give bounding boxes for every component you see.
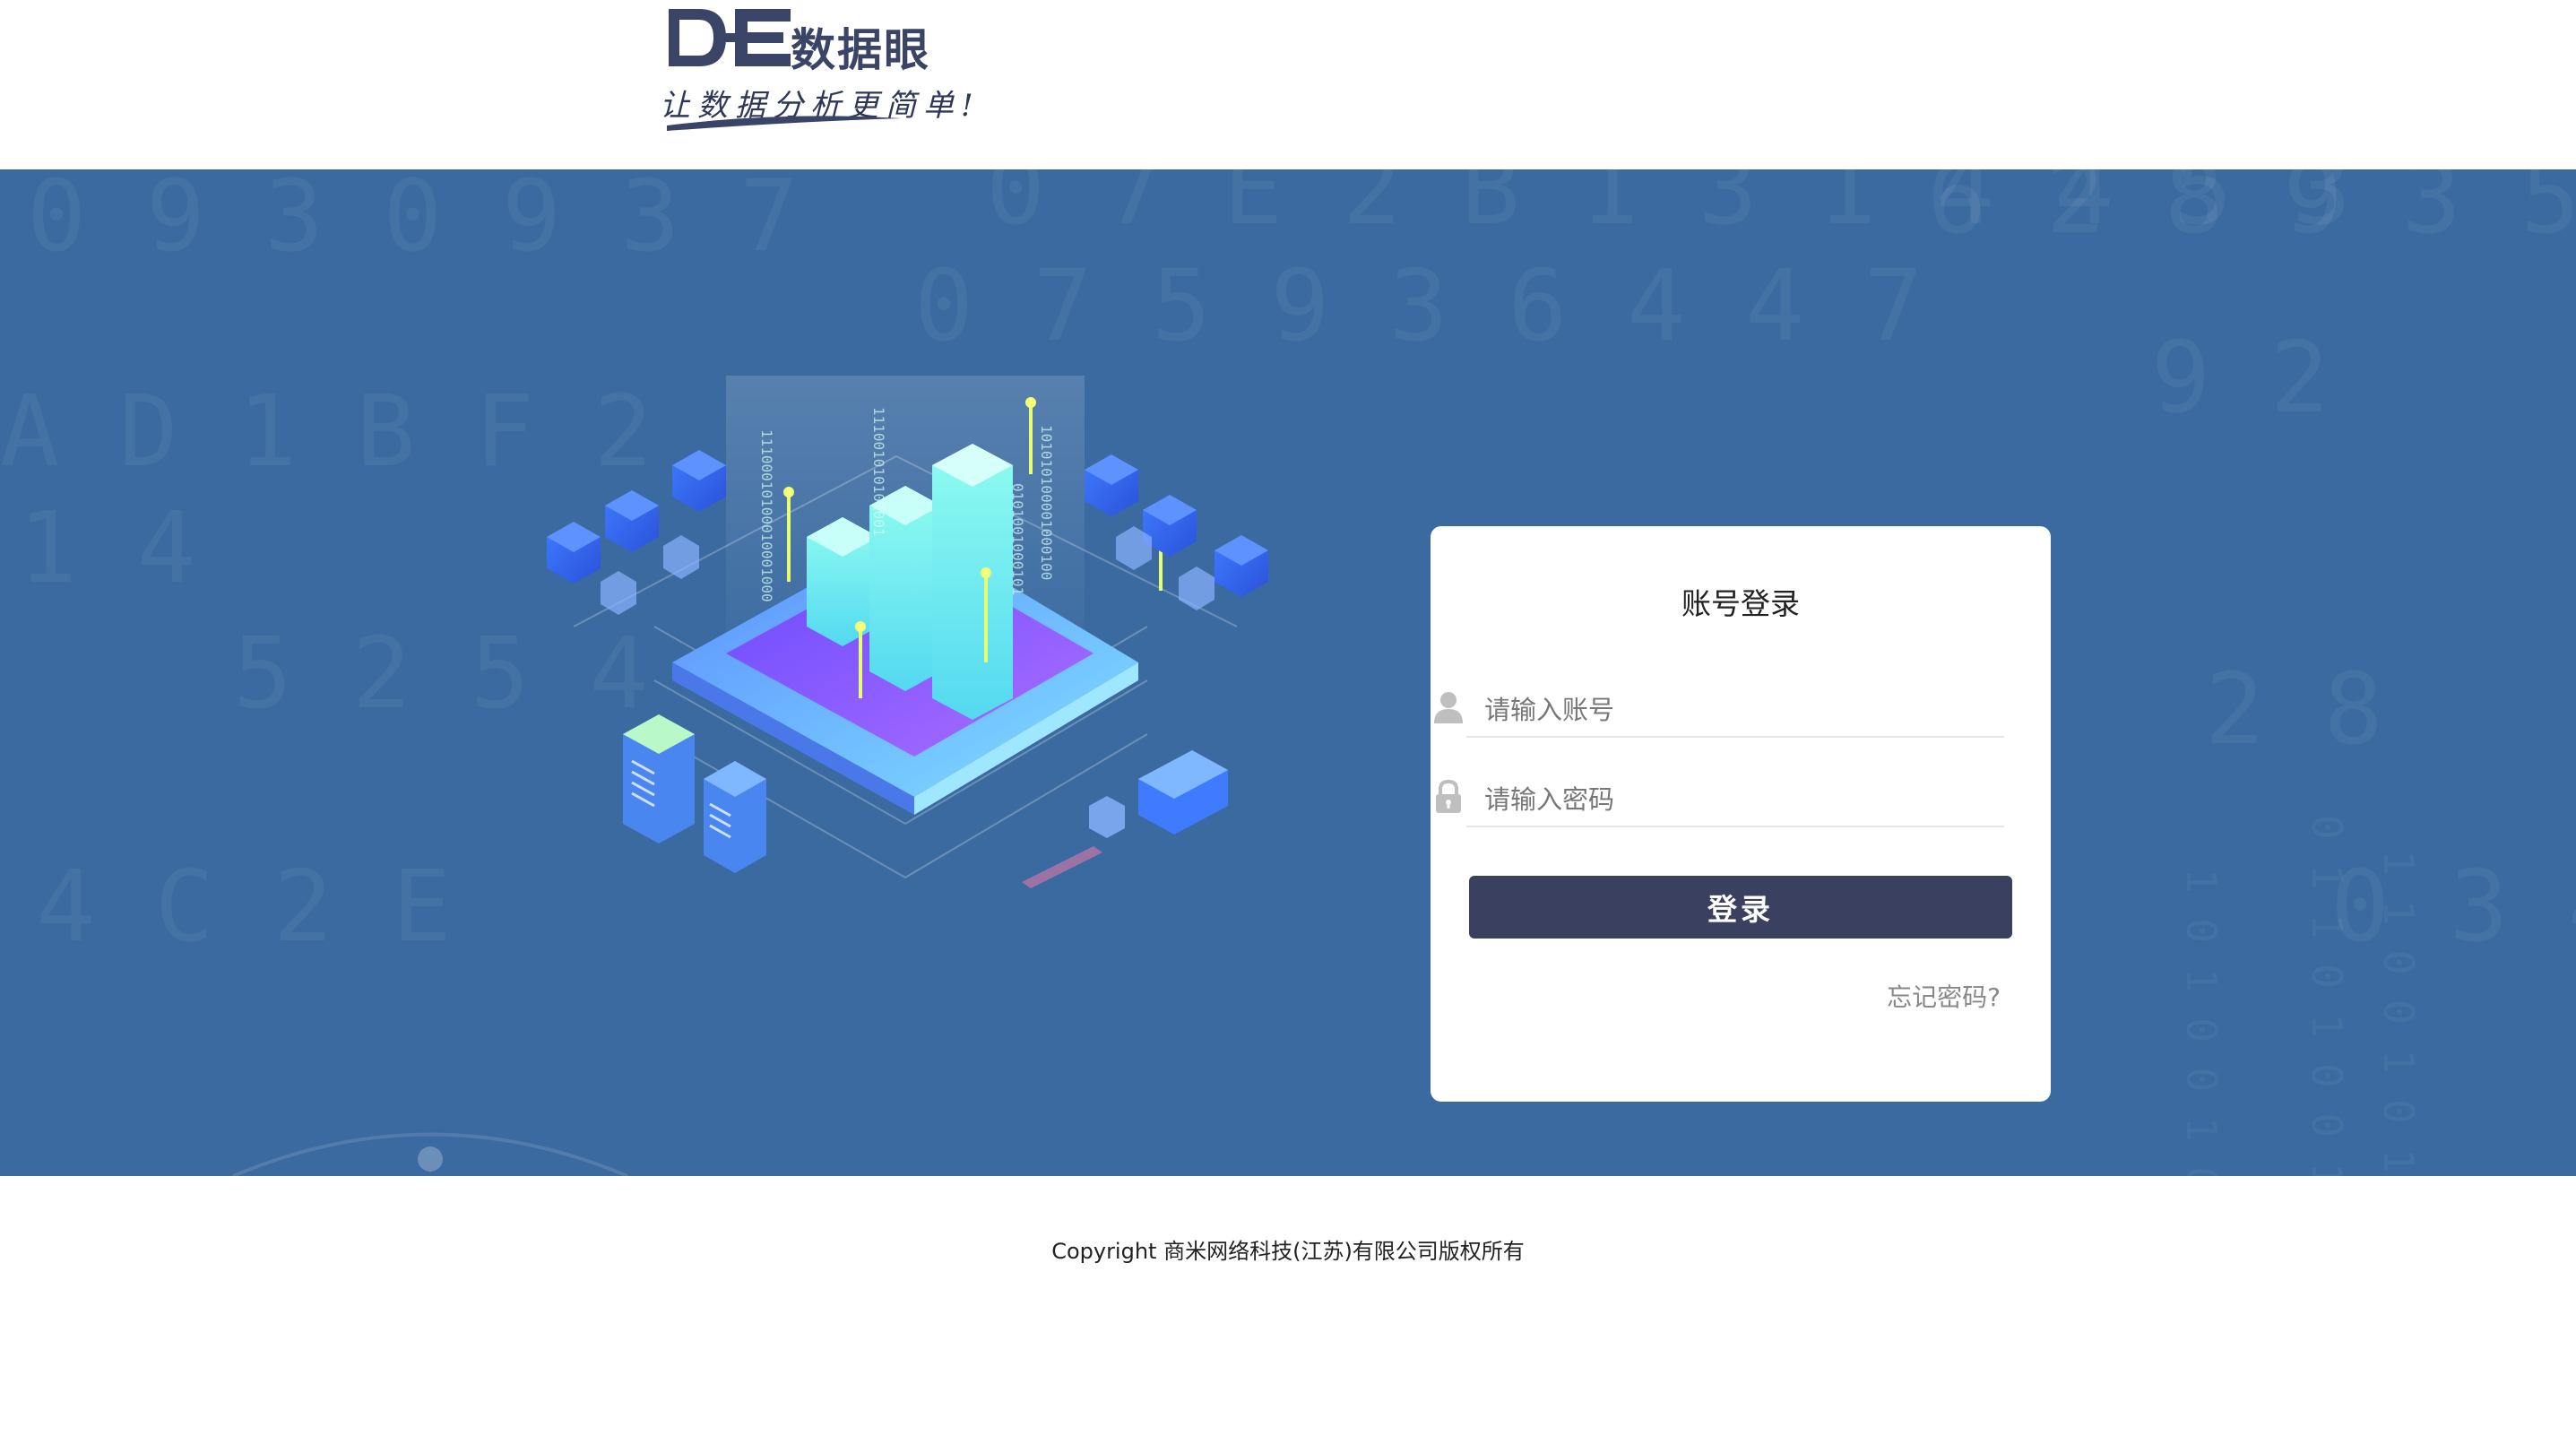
logo[interactable]: 数据眼 让数据分析更简单! (654, 4, 973, 131)
svg-text:111001010101001: 111001010101001 (870, 407, 887, 537)
svg-text:1 4: 1 4 (18, 490, 196, 605)
username-field (1434, 684, 2004, 738)
slogan-underline (667, 116, 902, 131)
login-title: 账号登录 (1681, 586, 1800, 621)
svg-text:6 2 8 9 3 5: 6 2 8 9 3 5 (1927, 169, 2576, 255)
svg-text:0101001000101: 0101001000101 (1009, 483, 1026, 595)
hero-banner: 0 9 3 0 9 3 7 0 7 E 2 B 1 3 1 4 4 5 3 6 … (0, 169, 2576, 1176)
login-button[interactable]: 登录 (1469, 876, 2012, 939)
svg-text:11100010100010001000: 11100010100010001000 (758, 429, 775, 602)
svg-text:0 9 3 0 9 3 7: 0 9 3 0 9 3 7 (27, 169, 799, 273)
isometric-data-center-illustration: 11100010100010001000 111001010101001 101… (547, 376, 1268, 888)
logo-mark-icon (669, 9, 791, 66)
svg-text:2 8: 2 8 (2205, 652, 2383, 766)
user-icon (1434, 692, 1463, 723)
login-card: 账号登录 登录 忘记密码? (1431, 526, 2051, 1102)
svg-text:4 C 2 E: 4 C 2 E (36, 849, 452, 964)
username-input[interactable] (1484, 689, 1986, 731)
svg-text:1 1 0 0 1 0 1: 1 1 0 0 1 0 1 (2374, 851, 2423, 1173)
lock-icon (1436, 779, 1461, 813)
password-input[interactable] (1484, 779, 1986, 820)
header: 数据眼 让数据分析更简单! (0, 0, 2576, 169)
password-field (1436, 774, 2004, 827)
svg-text:0 1 1 0 1 0 0 1: 0 1 1 0 1 0 0 1 (2303, 815, 2351, 1176)
logo-brand-text: 数据眼 (791, 24, 930, 76)
svg-text:101010100001000100: 101010100001000100 (1038, 425, 1055, 580)
svg-text:9 2: 9 2 (2151, 320, 2330, 435)
svg-text:0 7 5 9 3 6 4 4 7: 0 7 5 9 3 6 4 4 7 (914, 248, 1923, 363)
footer: Copyright 商米网络科技(江苏)有限公司版权所有 (0, 1176, 2576, 1436)
svg-text:1 0 1 0 0 1 0 1 1 0 0: 1 0 1 0 0 1 0 1 1 0 0 (2177, 869, 2226, 1176)
svg-text:0 3 4: 0 3 4 (2330, 849, 2576, 964)
copyright-text: Copyright 商米网络科技(江苏)有限公司版权所有 (1051, 1239, 1525, 1264)
forgot-password-link[interactable]: 忘记密码? (1887, 978, 2001, 1014)
